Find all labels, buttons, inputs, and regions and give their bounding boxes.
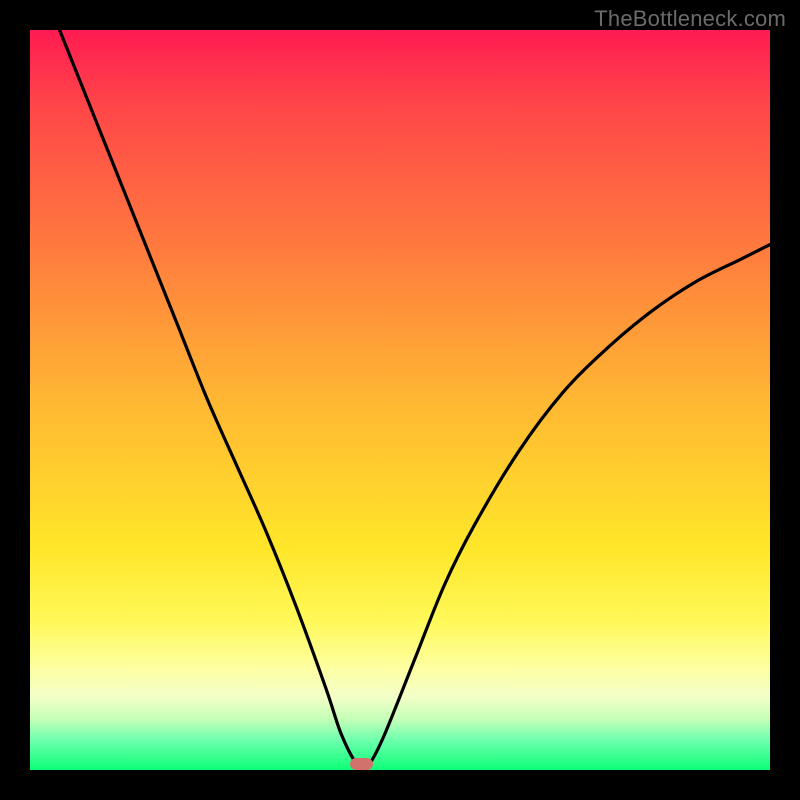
optimal-point-marker: [350, 758, 374, 770]
bottleneck-curve: [30, 30, 770, 770]
watermark-text: TheBottleneck.com: [594, 6, 786, 32]
plot-area: [30, 30, 770, 770]
